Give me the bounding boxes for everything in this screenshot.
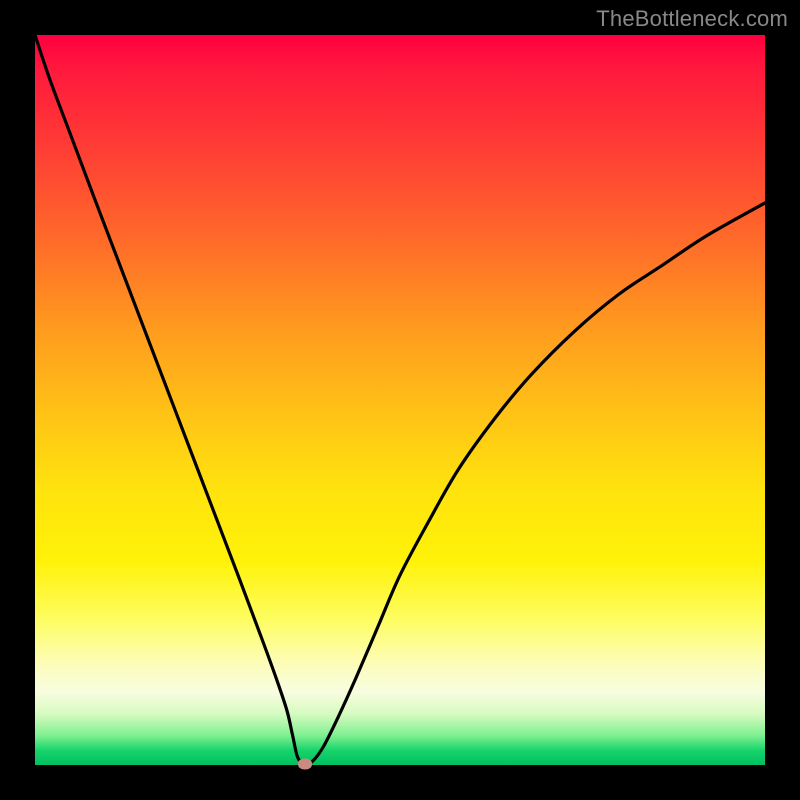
curve-svg xyxy=(35,35,765,765)
plot-area xyxy=(35,35,765,765)
optimum-marker xyxy=(298,758,312,769)
chart-frame: TheBottleneck.com xyxy=(0,0,800,800)
bottleneck-curve xyxy=(35,35,765,764)
watermark-text: TheBottleneck.com xyxy=(596,6,788,32)
